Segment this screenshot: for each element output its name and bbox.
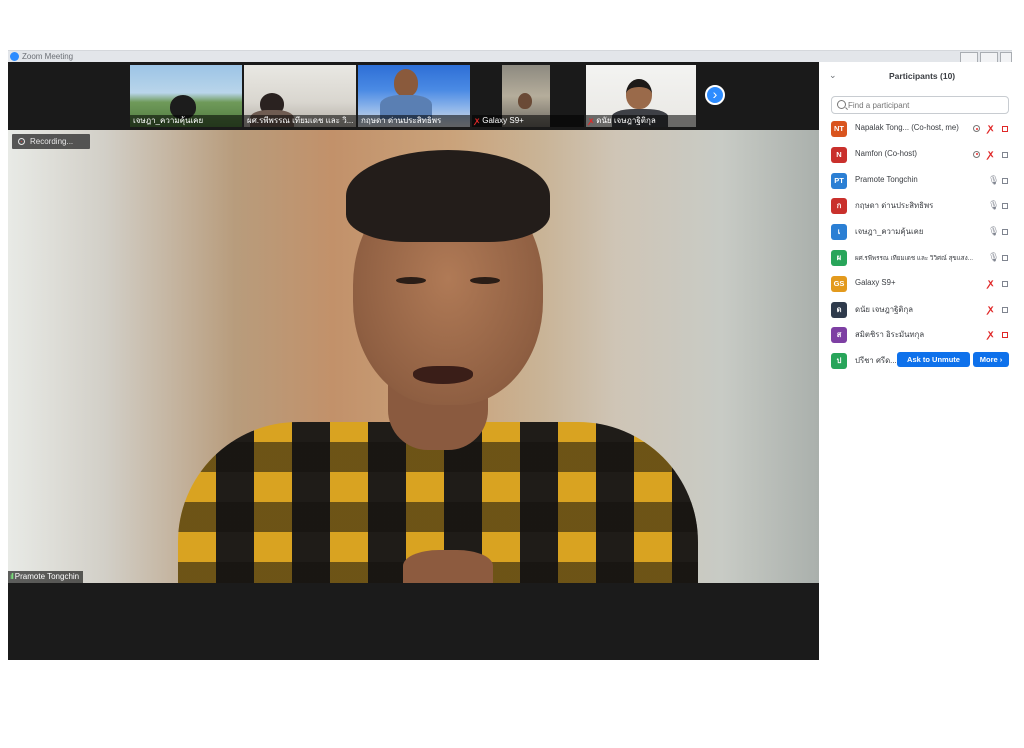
participant-search-input[interactable] <box>848 99 998 111</box>
participant-row[interactable]: NT Napalak Tong... (Co-host, me) ꭗ <box>831 118 1012 140</box>
avatar: ผ <box>831 250 847 266</box>
participants-header: ⌄ Participants (10) <box>819 62 1012 90</box>
mic-muted-icon: ꭗ <box>589 116 594 125</box>
recording-icon <box>973 125 980 132</box>
microphone-icon[interactable]: 🎙︎ <box>988 200 999 211</box>
thumbnail-name-label: เจษฎา_ความคุ้นเคย <box>130 115 242 127</box>
participant-row[interactable]: ส สมิตชิรา อิระมันทกุล ꭗ <box>831 324 1012 346</box>
avatar: ป <box>831 353 847 370</box>
mic-muted-icon[interactable]: ꭗ <box>988 149 993 160</box>
participant-name: Pramote Tongchin <box>855 174 918 184</box>
recording-indicator[interactable]: Recording... <box>12 134 90 149</box>
participant-name: ปรีชา ศรีด... <box>855 356 897 366</box>
participants-title: Participants (10) <box>889 71 956 81</box>
video-icon[interactable] <box>1002 177 1008 184</box>
video-icon[interactable] <box>1002 255 1008 261</box>
participant-figure <box>626 79 652 109</box>
video-icon[interactable] <box>1002 229 1008 236</box>
meeting-bottom-area <box>8 583 819 660</box>
video-icon[interactable] <box>1002 280 1008 287</box>
record-icon <box>18 138 25 146</box>
mic-muted-icon[interactable]: ꭗ <box>988 278 993 289</box>
participant-row[interactable]: เ เจษฎา_ความคุ้นเคย 🎙︎ <box>831 221 1012 243</box>
participant-search[interactable] <box>831 96 1009 114</box>
avatar: ส <box>831 327 847 344</box>
video-icon[interactable] <box>1002 203 1008 210</box>
video-thumbnail[interactable]: ผศ.รพีพรรณ เทียมเดช และ วิ... <box>244 65 356 127</box>
microphone-icon[interactable]: 🎙︎ <box>988 226 999 237</box>
video-off-icon[interactable] <box>1002 126 1008 132</box>
participant-name: ดนัย เจษฎาฐิติกุล <box>855 304 913 314</box>
avatar: GS <box>831 275 847 292</box>
mic-muted-icon[interactable]: ꭗ <box>988 123 993 134</box>
participant-row[interactable]: ด ดนัย เจษฎาฐิติกุล ꭗ <box>831 299 1012 321</box>
window-title: Zoom Meeting <box>22 52 74 61</box>
active-speaker-name-tag: ıll Pramote Tongchin <box>8 571 84 583</box>
chevron-down-icon[interactable]: ⌄ <box>829 70 837 81</box>
video-thumbnail[interactable]: กฤษดา ด่านประสิทธิพร <box>358 65 470 127</box>
participant-name: สมิตชิรา อิระมันทกุล <box>855 330 925 340</box>
thumbnail-name-label: ꭗ ดนัย เจษฎาฐิติกุล <box>586 115 696 127</box>
more-button[interactable]: More › <box>973 352 1009 368</box>
speaker-hair <box>346 150 550 242</box>
participant-row[interactable]: ผ ผศ.รพีพรรณ เทียมเดช และ วิวิศณ์ สุขแสง.… <box>831 247 1012 269</box>
participant-row[interactable]: ก กฤษดา ด่านประสิทธิพร 🎙︎ <box>831 195 1012 217</box>
chevron-right-icon[interactable]: › <box>705 85 725 105</box>
participant-name: ผศ.รพีพรรณ เทียมเดช และ วิวิศณ์ สุขแสง..… <box>855 255 973 262</box>
participant-name: Galaxy S9+ <box>855 277 896 287</box>
participant-figure <box>518 93 532 109</box>
avatar: ด <box>831 301 847 318</box>
avatar: NT <box>831 121 847 137</box>
participant-row[interactable]: ป ปรีชา ศรีด... Ask to Unmute More › <box>831 350 1012 372</box>
search-icon <box>837 100 846 109</box>
active-speaker-video <box>8 130 819 583</box>
participant-row[interactable]: GS Galaxy S9+ ꭗ <box>831 273 1012 295</box>
avatar: ก <box>831 198 847 215</box>
participant-figure <box>394 69 418 97</box>
ask-to-unmute-button[interactable]: Ask to Unmute <box>897 352 970 368</box>
participant-name: เจษฎา_ความคุ้นเคย <box>855 227 924 237</box>
participant-name: Napalak Tong... (Co-host, me) <box>855 123 959 132</box>
video-off-icon[interactable] <box>1002 332 1008 339</box>
avatar: เ <box>831 224 847 241</box>
thumbnail-name-label: กฤษดา ด่านประสิทธิพร <box>358 115 470 127</box>
mic-muted-icon: ꭗ <box>475 116 480 125</box>
participant-row[interactable]: PT Pramote Tongchin 🎙︎ <box>831 170 1012 192</box>
microphone-icon[interactable]: 🎙︎ <box>988 175 999 186</box>
participants-panel: ⌄ Participants (10) NT Napalak Tong... (C… <box>819 62 1012 660</box>
mic-muted-icon[interactable]: ꭗ <box>988 329 993 340</box>
participant-name: กฤษดา ด่านประสิทธิพร <box>855 201 934 211</box>
video-thumbnail[interactable]: ꭗ Galaxy S9+ <box>472 65 584 127</box>
thumbnail-name-label: ꭗ Galaxy S9+ <box>472 115 584 127</box>
participant-row[interactable]: N Namfon (Co-host) ꭗ <box>831 144 1012 166</box>
video-thumbnail[interactable]: เจษฎา_ความคุ้นเคย <box>130 65 242 127</box>
audio-level-icon: ıll <box>10 572 14 581</box>
avatar: N <box>831 146 847 163</box>
recording-icon <box>973 150 980 158</box>
mic-muted-icon[interactable]: ꭗ <box>988 304 993 315</box>
avatar: PT <box>831 172 847 189</box>
video-icon[interactable] <box>1002 306 1008 313</box>
zoom-app-icon <box>10 52 19 61</box>
microphone-icon[interactable]: 🎙︎ <box>988 252 999 263</box>
video-thumbnail[interactable]: ꭗ ดนัย เจษฎาฐิติกุล <box>586 65 696 127</box>
thumbnail-name-label: ผศ.รพีพรรณ เทียมเดช และ วิ... <box>244 115 356 127</box>
participant-name: Namfon (Co-host) <box>855 148 917 158</box>
video-icon[interactable] <box>1002 151 1008 158</box>
